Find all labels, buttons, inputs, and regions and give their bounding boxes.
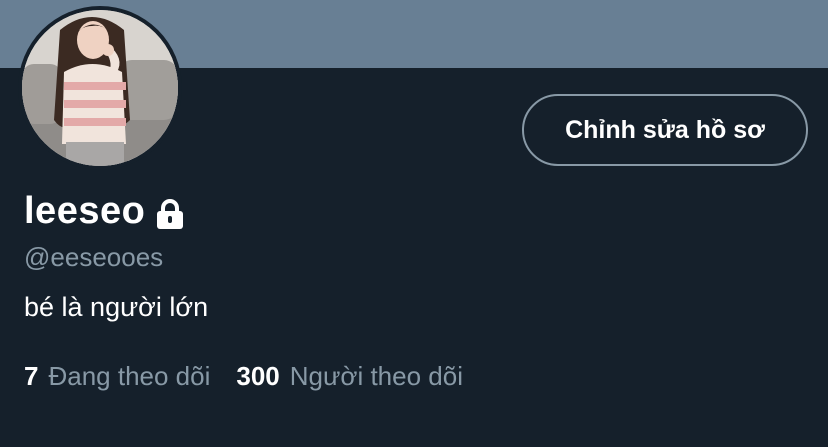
lock-icon bbox=[153, 197, 187, 231]
followers-count: 300 bbox=[236, 361, 280, 391]
followers-stat[interactable]: 300 Người theo dõi bbox=[236, 361, 463, 392]
avatar[interactable] bbox=[18, 6, 182, 170]
display-name: leeseo bbox=[24, 190, 146, 232]
profile-bio: bé là người lớn bbox=[24, 292, 209, 322]
profile-stats: 7 Đang theo dõi 300 Người theo dõi bbox=[24, 361, 463, 392]
edit-profile-button[interactable]: Chỉnh sửa hồ sơ bbox=[522, 94, 808, 166]
following-label: Đang theo dõi bbox=[48, 361, 211, 391]
following-count: 7 bbox=[24, 361, 39, 391]
avatar-photo bbox=[22, 10, 178, 166]
name-row: leeseo bbox=[24, 190, 187, 233]
following-stat[interactable]: 7 Đang theo dõi bbox=[24, 361, 210, 392]
followers-label: Người theo dõi bbox=[289, 361, 463, 391]
username-handle: @eeseooes bbox=[24, 242, 164, 272]
